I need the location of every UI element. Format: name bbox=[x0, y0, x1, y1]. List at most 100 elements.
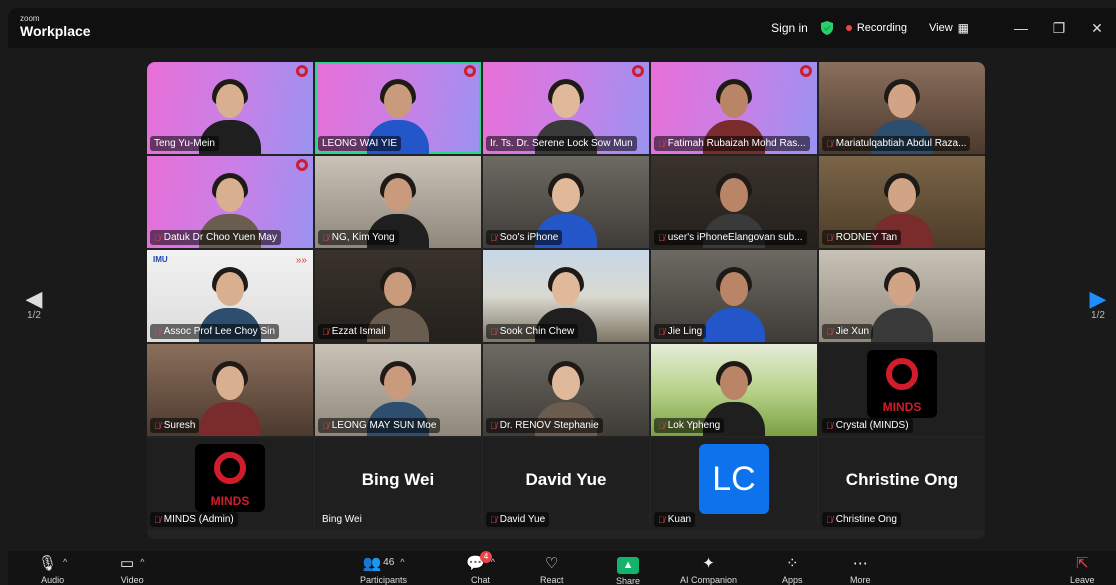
security-shield-icon[interactable] bbox=[820, 21, 834, 35]
participant-tile[interactable]: LC 🎙̸ Kuan bbox=[651, 438, 817, 530]
prev-page-button[interactable]: ◀ 1/2 bbox=[22, 286, 46, 322]
recording-indicator[interactable]: Recording bbox=[845, 22, 907, 34]
chevron-up-icon[interactable]: ^ bbox=[400, 557, 404, 567]
more-label: More bbox=[850, 575, 871, 585]
participant-count: 46 bbox=[383, 557, 395, 568]
participant-tile[interactable]: David Yue 🎙̸ David Yue bbox=[483, 438, 649, 530]
participant-tile[interactable]: LEONG WAI YIE bbox=[315, 62, 481, 154]
participant-name-label: 🎙̸ David Yue bbox=[486, 512, 550, 527]
mic-muted-icon: 🎙̸ bbox=[826, 138, 833, 149]
participant-name: Assoc Prof Lee Choy Sin bbox=[163, 326, 275, 337]
mic-muted-icon: 🎙̸ bbox=[154, 232, 161, 243]
participant-name-label: 🎙̸ Datuk Dr Choo Yuen May bbox=[150, 230, 281, 245]
participant-tile[interactable]: 🎙̸ Lok Ypheng bbox=[651, 344, 817, 436]
ai-companion-button[interactable]: ✦ AI Companion bbox=[680, 555, 737, 585]
restore-icon[interactable]: ❐ bbox=[1040, 20, 1078, 37]
participant-tile[interactable]: MINDS 🎙̸ Crystal (MINDS) bbox=[819, 344, 985, 436]
minds-logo-avatar: MINDS bbox=[195, 444, 265, 512]
participant-tile[interactable]: 🎙̸ RODNEY Tan bbox=[819, 156, 985, 248]
participant-tile[interactable]: 🎙̸ Fatimah Rubaizah Mohd Ras... bbox=[651, 62, 817, 154]
participant-tile[interactable]: 🎙̸ Jie Xun bbox=[819, 250, 985, 342]
participant-name: Sook Chin Chew bbox=[499, 326, 575, 337]
share-screen-icon: ▲ bbox=[617, 557, 640, 574]
participant-name: Jie Xun bbox=[835, 326, 870, 337]
view-label: View bbox=[929, 22, 953, 34]
react-label: React bbox=[540, 575, 564, 585]
grid-icon: ▦ bbox=[957, 21, 969, 35]
participant-name: Bing Wei bbox=[322, 514, 362, 525]
chevron-up-icon[interactable]: ^ bbox=[63, 557, 67, 567]
participant-name: Datuk Dr Choo Yuen May bbox=[163, 232, 277, 243]
participant-tile[interactable]: Ir. Ts. Dr. Serene Lock Sow Mun bbox=[483, 62, 649, 154]
minds-watermark-icon bbox=[799, 65, 813, 81]
participant-tile[interactable]: 🎙̸ LEONG MAY SUN Moe bbox=[315, 344, 481, 436]
participant-tile[interactable]: 🎙̸ Soo's iPhone bbox=[483, 156, 649, 248]
close-icon[interactable]: ✕ bbox=[1078, 20, 1116, 37]
mic-muted-icon: 🎙̸ bbox=[826, 420, 833, 431]
participant-name: Ezzat Ismail bbox=[331, 326, 386, 337]
more-button[interactable]: ⋯ More bbox=[850, 555, 871, 585]
participant-tile[interactable]: 🎙̸ Ezzat Ismail bbox=[315, 250, 481, 342]
mic-muted-icon: 🎙̸ bbox=[490, 232, 497, 243]
minds-watermark-icon bbox=[295, 159, 309, 175]
participant-tile[interactable]: 🎙̸ user's iPhoneElangovan sub... bbox=[651, 156, 817, 248]
participant-name-label: 🎙̸ Crystal (MINDS) bbox=[822, 418, 913, 433]
mic-muted-icon: 🎙̸ bbox=[658, 420, 665, 431]
minimize-icon[interactable]: — bbox=[1002, 20, 1040, 36]
next-page-button[interactable]: ▶ 1/2 bbox=[1086, 288, 1110, 322]
view-button[interactable]: View ▦ bbox=[929, 21, 969, 35]
participant-tile[interactable]: 🎙̸ Jie Ling bbox=[651, 250, 817, 342]
participant-name: Christine Ong bbox=[835, 514, 897, 525]
share-button[interactable]: ▲ Share bbox=[616, 555, 640, 585]
mic-muted-icon: 🎙̸ bbox=[826, 514, 833, 525]
participant-tile[interactable]: 🎙̸ Mariatulqabtiah Abdul Raza... bbox=[819, 62, 985, 154]
participant-name: NG, Kim Yong bbox=[331, 232, 395, 243]
participant-name: Teng Yu-Mein bbox=[154, 138, 215, 149]
participant-tile[interactable]: 🎙̸ Suresh bbox=[147, 344, 313, 436]
participant-video bbox=[195, 358, 265, 436]
leave-label: Leave bbox=[1070, 575, 1095, 585]
apps-button[interactable]: ⁘ Apps bbox=[782, 555, 803, 585]
participant-name: Soo's iPhone bbox=[499, 232, 559, 243]
chevron-left-icon: ◀ bbox=[25, 286, 43, 311]
ai-companion-label: AI Companion bbox=[680, 575, 738, 585]
participant-name: LEONG WAI YIE bbox=[322, 138, 398, 149]
chat-badge: 4 bbox=[480, 551, 492, 563]
mic-muted-icon: 🎙̸ bbox=[154, 326, 161, 337]
mic-muted-icon: 🎙̸ bbox=[154, 514, 161, 525]
participant-name-label: 🎙̸ Christine Ong bbox=[822, 512, 901, 527]
video-label: Video bbox=[120, 575, 144, 585]
video-button[interactable]: ▭ ^ Video bbox=[120, 555, 144, 585]
participant-name: RODNEY Tan bbox=[835, 232, 898, 243]
sign-in-link[interactable]: Sign in bbox=[771, 21, 808, 35]
participant-name-label: 🎙̸ MINDS (Admin) bbox=[150, 512, 238, 527]
audio-button[interactable]: 🎙 ^ Audio bbox=[38, 555, 67, 585]
participant-tile[interactable]: Bing Wei Bing Wei bbox=[315, 438, 481, 530]
participant-tile[interactable]: MINDS 🎙̸ MINDS (Admin) bbox=[147, 438, 313, 530]
participant-tile[interactable]: 🎙̸ Dr. RENOV Stephanie bbox=[483, 344, 649, 436]
participant-tile[interactable]: IMU »» 🎙̸ Assoc Prof Lee Choy Sin bbox=[147, 250, 313, 342]
participant-tile[interactable]: Christine Ong 🎙̸ Christine Ong bbox=[819, 438, 985, 530]
chevron-up-icon[interactable]: ^ bbox=[140, 557, 144, 567]
mic-muted-icon: 🎙̸ bbox=[658, 232, 665, 243]
mic-muted-icon: 🎙̸ bbox=[658, 138, 665, 149]
leave-button[interactable]: ⇱ Leave bbox=[1070, 555, 1095, 585]
chat-button[interactable]: 💬 4 ^ Chat bbox=[466, 551, 495, 585]
more-icon: ⋯ bbox=[852, 555, 868, 572]
mic-muted-icon: 🎙̸ bbox=[658, 514, 665, 525]
leave-icon: ⇱ bbox=[1075, 555, 1089, 572]
participant-tile[interactable]: 🎙̸ NG, Kim Yong bbox=[315, 156, 481, 248]
participant-tile[interactable]: 🎙̸ Sook Chin Chew bbox=[483, 250, 649, 342]
apps-label: Apps bbox=[782, 575, 803, 585]
participant-tile[interactable]: 🎙̸ Datuk Dr Choo Yuen May bbox=[147, 156, 313, 248]
participant-display-name: David Yue bbox=[525, 470, 607, 489]
participant-tile[interactable]: Teng Yu-Mein bbox=[147, 62, 313, 154]
participant-name-label: 🎙̸ Assoc Prof Lee Choy Sin bbox=[150, 324, 279, 339]
react-button[interactable]: ♡ React bbox=[540, 555, 564, 585]
initials-avatar: LC bbox=[699, 444, 769, 514]
participant-name-label: 🎙̸ Dr. RENOV Stephanie bbox=[486, 418, 603, 433]
participant-name: Fatimah Rubaizah Mohd Ras... bbox=[667, 138, 806, 149]
mic-muted-icon: 🎙̸ bbox=[322, 420, 329, 431]
mic-muted-icon: 🎙̸ bbox=[322, 232, 329, 243]
participants-button[interactable]: 👥 46 ^ Participants bbox=[360, 555, 407, 585]
